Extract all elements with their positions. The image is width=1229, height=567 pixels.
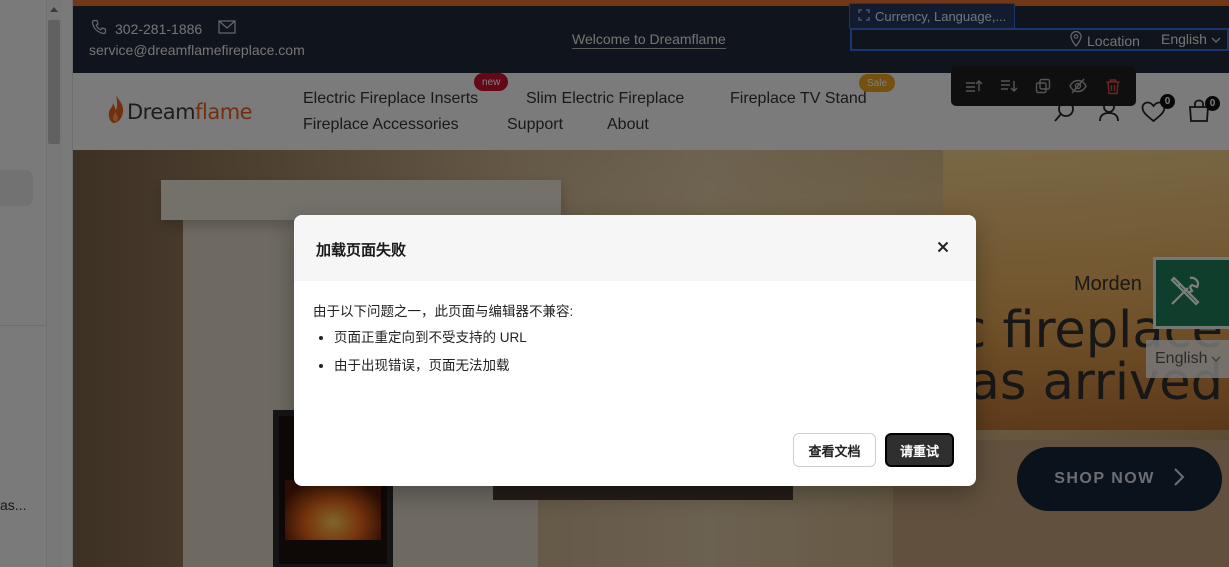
close-icon[interactable]	[934, 238, 952, 256]
retry-button[interactable]: 请重试	[885, 433, 954, 467]
reason-item: 页面正重定向到不受支持的 URL	[334, 330, 573, 346]
dialog-header: 加载页面失败	[294, 215, 976, 281]
dialog-body: 由于以下问题之一，此页面与编辑器不兼容: 页面正重定向到不受支持的 URL 由于…	[313, 300, 573, 386]
dialog-title: 加载页面失败	[316, 242, 407, 259]
view-docs-button[interactable]: 查看文档	[793, 433, 876, 467]
reason-item: 由于出现错误，页面无法加载	[334, 358, 573, 374]
dialog-intro: 由于以下问题之一，此页面与编辑器不兼容:	[313, 304, 574, 319]
load-failed-dialog: 加载页面失败 由于以下问题之一，此页面与编辑器不兼容: 页面正重定向到不受支持的…	[294, 215, 976, 486]
reason-list: 页面正重定向到不受支持的 URL 由于出现错误，页面无法加载	[313, 330, 573, 374]
